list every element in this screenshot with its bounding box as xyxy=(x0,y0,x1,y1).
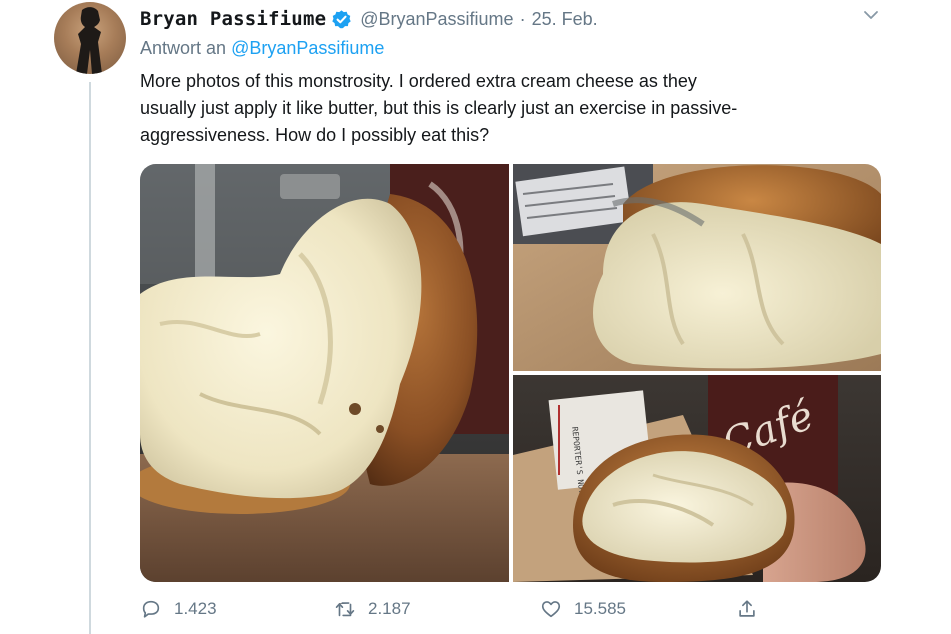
photo-2[interactable] xyxy=(513,164,881,371)
reply-mention-link[interactable]: @BryanPassifiume xyxy=(231,38,384,58)
display-name[interactable]: Bryan Passifiume xyxy=(140,8,326,30)
reply-context: Antwort an @BryanPassifiume xyxy=(140,38,384,59)
share-button[interactable] xyxy=(736,594,758,624)
reply-button[interactable]: 1.423 xyxy=(140,594,217,624)
tweet-text-line: aggressiveness. How do I possibly eat th… xyxy=(140,125,490,145)
tweet[interactable]: Bryan Passifiume @BryanPassifiume · 25. … xyxy=(0,0,951,634)
reply-count: 1.423 xyxy=(174,599,217,618)
tweet-text: More photos of this monstrosity. I order… xyxy=(140,68,880,149)
chevron-down-icon[interactable] xyxy=(862,8,880,22)
retweet-count: 2.187 xyxy=(368,599,411,618)
tweet-header: Bryan Passifiume @BryanPassifiume · 25. … xyxy=(140,6,891,32)
share-icon xyxy=(739,600,755,617)
thread-line xyxy=(89,82,91,634)
retweet-button[interactable]: 2.187 xyxy=(334,594,411,624)
reply-prefix: Antwort an xyxy=(140,38,227,58)
like-count: 15.585 xyxy=(574,599,626,618)
media-grid: REPORTER'S NOTEBOOK Café xyxy=(140,164,881,582)
photo-bagel-closeup xyxy=(513,164,881,371)
tweet-text-line: More photos of this monstrosity. I order… xyxy=(140,71,697,91)
heart-icon xyxy=(541,601,561,618)
verified-badge-icon xyxy=(332,9,351,28)
photo-3[interactable]: REPORTER'S NOTEBOOK Café xyxy=(513,375,881,582)
tweet-text-line: usually just apply it like butter, but t… xyxy=(140,98,738,118)
handle[interactable]: @BryanPassifiume xyxy=(360,9,513,30)
photo-bagel-side-view xyxy=(140,164,509,582)
avatar[interactable] xyxy=(54,2,126,74)
avatar-silhouette xyxy=(76,7,102,74)
reply-icon xyxy=(142,600,160,618)
retweet-icon xyxy=(335,602,355,617)
tweet-actions: 1.423 2.187 15.585 xyxy=(140,594,780,624)
tweet-date[interactable]: 25. Feb. xyxy=(532,9,598,30)
like-button[interactable]: 15.585 xyxy=(540,594,626,624)
separator-dot: · xyxy=(519,8,526,29)
photo-1[interactable] xyxy=(140,164,509,582)
photo-bagel-in-hand: REPORTER'S NOTEBOOK Café xyxy=(513,375,881,582)
